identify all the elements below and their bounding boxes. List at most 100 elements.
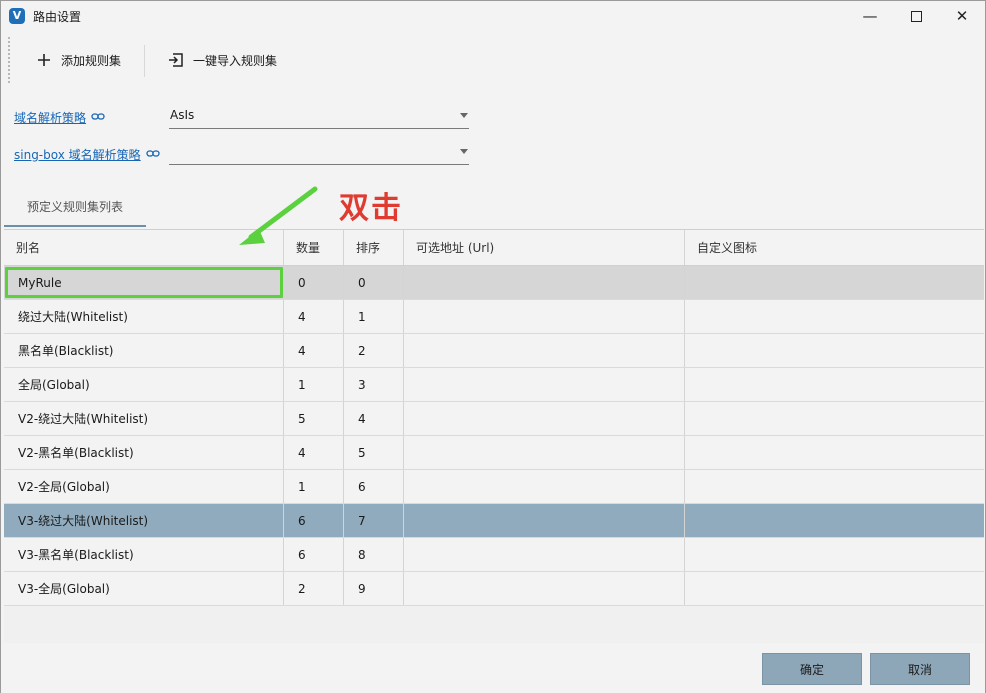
cell-icon[interactable] [685,538,984,571]
cell-icon[interactable] [685,334,984,367]
cell-icon[interactable] [685,572,984,605]
close-button[interactable]: ✕ [939,1,985,31]
toolbar-separator [144,45,145,77]
cell-alias[interactable]: V2-全局(Global) [4,470,284,503]
close-icon: ✕ [955,7,969,25]
add-ruleset-label: 添加规则集 [61,53,122,68]
domain-strategy-select[interactable]: AsIs [169,105,469,129]
cell-count[interactable]: 5 [284,402,344,435]
cell-order[interactable]: 4 [344,402,404,435]
cell-url[interactable] [404,436,685,469]
table-row[interactable]: MyRule 0 0 [4,266,984,300]
app-logo-icon: V [9,8,25,24]
cell-url[interactable] [404,402,685,435]
cell-order[interactable]: 8 [344,538,404,571]
import-ruleset-label: 一键导入规则集 [193,53,278,68]
cell-icon[interactable] [685,300,984,333]
singbox-strategy-label: sing-box 域名解析策略 [14,148,141,162]
cancel-button[interactable]: 取消 [870,653,970,685]
cell-url[interactable] [404,266,685,299]
minimize-button[interactable]: — [847,1,893,31]
annotation-arrow [239,186,318,245]
cell-icon[interactable] [685,368,984,401]
cell-order[interactable]: 0 [344,266,404,299]
maximize-icon [910,10,922,22]
minimize-icon: — [862,7,878,25]
cell-alias[interactable]: 黑名单(Blacklist) [4,334,284,367]
table-row[interactable]: V3-绕过大陆(Whitelist) 6 7 [4,504,984,538]
title-bar: V 路由设置 — ✕ [1,1,985,31]
table-row[interactable]: V3-黑名单(Blacklist) 6 8 [4,538,984,572]
ok-button[interactable]: 确定 [762,653,862,685]
table-row[interactable]: 黑名单(Blacklist) 4 2 [4,334,984,368]
toolbar-grip[interactable] [8,37,10,83]
cell-alias[interactable]: MyRule [4,266,284,299]
column-header-order[interactable]: 排序 [344,230,404,265]
grid-header: 别名 数量 排序 可选地址 (Url) 自定义图标 [4,230,984,266]
cell-url[interactable] [404,300,685,333]
cell-order[interactable]: 2 [344,334,404,367]
cell-icon[interactable] [685,266,984,299]
cell-alias[interactable]: V3-黑名单(Blacklist) [4,538,284,571]
add-ruleset-button[interactable]: 添加规则集 [35,45,121,75]
cell-count[interactable]: 6 [284,504,344,537]
table-row[interactable]: 全局(Global) 1 3 [4,368,984,402]
cell-count[interactable]: 4 [284,300,344,333]
cell-count[interactable]: 2 [284,572,344,605]
cell-order[interactable]: 5 [344,436,404,469]
cell-icon[interactable] [685,402,984,435]
maximize-button[interactable] [893,1,939,31]
cell-url[interactable] [404,504,685,537]
cell-count[interactable]: 0 [284,266,344,299]
cell-alias[interactable]: 绕过大陆(Whitelist) [4,300,284,333]
column-header-url[interactable]: 可选地址 (Url) [404,230,685,265]
cell-icon[interactable] [685,504,984,537]
cell-alias[interactable]: V2-黑名单(Blacklist) [4,436,284,469]
cell-url[interactable] [404,538,685,571]
domain-strategy-value: AsIs [170,108,195,122]
cell-count[interactable]: 1 [284,470,344,503]
import-ruleset-button[interactable]: 一键导入规则集 [167,45,277,75]
route-settings-window: V 路由设置 — ✕ 添加规则集 一键导入规则集 域名解析策略 AsIs sin… [0,0,986,693]
domain-strategy-label: 域名解析策略 [14,111,87,125]
cell-alias[interactable]: V3-全局(Global) [4,572,284,605]
singbox-strategy-link[interactable]: sing-box 域名解析策略 [14,146,160,163]
cell-alias[interactable]: V3-绕过大陆(Whitelist) [4,504,284,537]
cell-alias[interactable]: 全局(Global) [4,368,284,401]
table-row[interactable]: V2-全局(Global) 1 6 [4,470,984,504]
link-icon [146,148,160,162]
cell-order[interactable]: 6 [344,470,404,503]
double-click-annotation: 双击 [339,191,403,226]
cell-icon[interactable] [685,470,984,503]
cell-count[interactable]: 6 [284,538,344,571]
import-icon [167,51,185,69]
cell-order[interactable]: 7 [344,504,404,537]
cell-url[interactable] [404,572,685,605]
table-row[interactable]: V3-全局(Global) 2 9 [4,572,984,606]
domain-strategy-link[interactable]: 域名解析策略 [14,109,105,126]
table-row[interactable]: 绕过大陆(Whitelist) 4 1 [4,300,984,334]
cell-order[interactable]: 9 [344,572,404,605]
cell-alias[interactable]: V2-绕过大陆(Whitelist) [4,402,284,435]
window-title: 路由设置 [33,10,82,24]
cell-url[interactable] [404,470,685,503]
plus-icon [35,51,53,69]
chevron-down-icon [460,113,468,118]
cell-url[interactable] [404,334,685,367]
singbox-strategy-select[interactable] [169,141,469,165]
tab-predefined-rulesets[interactable]: 预定义规则集列表 [4,187,146,227]
chevron-down-icon [460,149,468,154]
cell-icon[interactable] [685,436,984,469]
link-icon [91,111,105,125]
table-row[interactable]: V2-绕过大陆(Whitelist) 5 4 [4,402,984,436]
table-row[interactable]: V2-黑名单(Blacklist) 4 5 [4,436,984,470]
cell-order[interactable]: 1 [344,300,404,333]
column-header-icon[interactable]: 自定义图标 [685,230,984,265]
ruleset-grid: 别名 数量 排序 可选地址 (Url) 自定义图标 MyRule 0 0 绕过大… [4,229,984,643]
cell-count[interactable]: 4 [284,436,344,469]
cell-count[interactable]: 1 [284,368,344,401]
cell-order[interactable]: 3 [344,368,404,401]
toolbar: 添加规则集 一键导入规则集 [1,31,985,89]
cell-url[interactable] [404,368,685,401]
cell-count[interactable]: 4 [284,334,344,367]
